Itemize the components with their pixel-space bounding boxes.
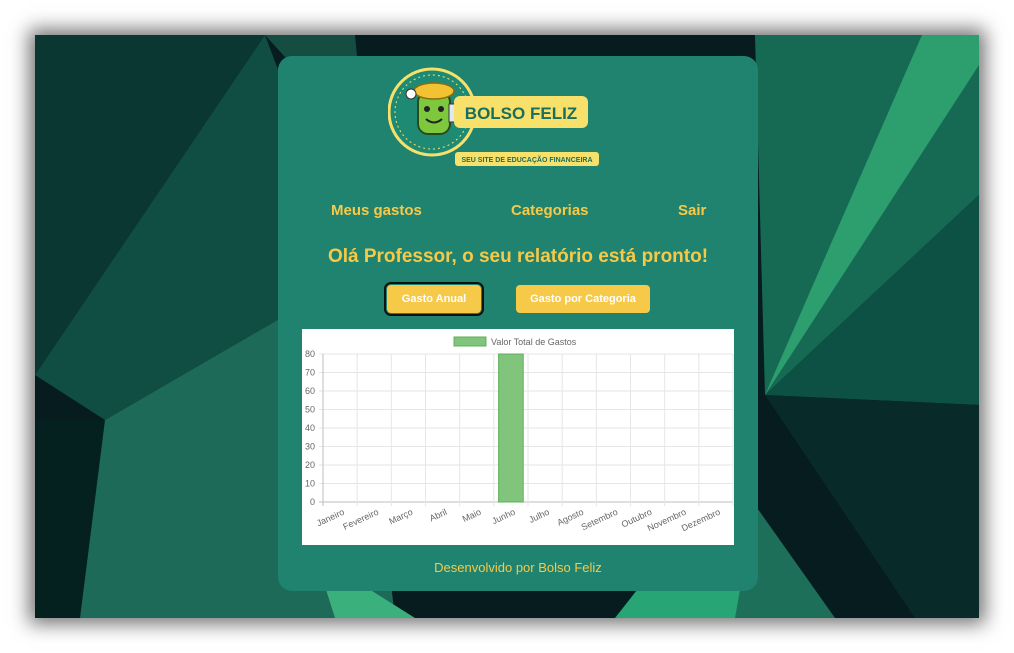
x-axis-ticks: JaneiroFevereiro Março Abril Maio Junho Julho… — [315, 507, 722, 534]
x-tick-label: Fevereiro — [341, 507, 380, 532]
x-tick-label: Abril — [428, 507, 449, 524]
x-tick-label: Junho — [490, 507, 516, 526]
browser-viewport: BOLSO FELIZ SEU SITE DE EDUCAÇÃO FINANCE… — [35, 35, 979, 618]
y-tick-label: 20 — [305, 460, 315, 470]
legend-swatch — [453, 336, 487, 347]
x-tick-label: Março — [387, 507, 414, 527]
y-tick-label: 60 — [305, 386, 315, 396]
footer-credit: Desenvolvido por Bolso Feliz — [434, 560, 602, 575]
category-expense-button[interactable]: Gasto por Categoria — [516, 285, 650, 313]
x-tick-label: Julho — [527, 507, 551, 525]
main-card: BOLSO FELIZ SEU SITE DE EDUCAÇÃO FINANCE… — [278, 56, 758, 591]
y-tick-label: 40 — [305, 423, 315, 433]
y-tick-label: 80 — [305, 349, 315, 359]
logo-title: BOLSO FELIZ — [465, 104, 577, 123]
bar-junho[interactable] — [498, 353, 524, 503]
x-tick-label: Maio — [461, 507, 483, 524]
x-tick-label: Setembro — [580, 507, 620, 533]
y-axis-ticks: 0 10 20 30 40 50 60 70 80 — [305, 349, 315, 507]
annual-expense-button[interactable]: Gasto Anual — [384, 282, 484, 316]
chart-bars — [498, 353, 524, 503]
x-tick-label: Janeiro — [315, 507, 346, 529]
y-tick-label: 0 — [310, 497, 315, 507]
x-tick-label: Dezembro — [680, 507, 722, 534]
y-tick-label: 70 — [305, 368, 315, 378]
top-nav: Meus gastos Categorias Sair — [278, 202, 758, 222]
chart-container: 0 10 20 30 40 50 60 70 80 Janeiro Fevereiro Março A… — [302, 329, 734, 545]
bolso-feliz-logo: BOLSO FELIZ SEU SITE DE EDUCAÇÃO FINANCE… — [388, 67, 599, 166]
y-tick-label: 10 — [305, 479, 315, 489]
chart-grid — [319, 353, 734, 506]
nav-sair[interactable]: Sair — [678, 202, 706, 219]
nav-categorias[interactable]: Categorias — [511, 202, 589, 219]
legend-label: Valor Total de Gastos — [491, 337, 577, 347]
annual-expense-chart: 0 10 20 30 40 50 60 70 80 JaneiroFevereiro Março A… — [305, 336, 734, 534]
chart-legend: Valor Total de Gastos — [453, 336, 577, 347]
logo-subtitle: SEU SITE DE EDUCAÇÃO FINANCEIRA — [461, 155, 592, 164]
report-heading: Olá Professor, o seu relatório está pron… — [327, 246, 709, 267]
nav-meus-gastos[interactable]: Meus gastos — [331, 202, 422, 219]
y-tick-label: 50 — [305, 405, 315, 415]
y-tick-label: 30 — [305, 442, 315, 452]
